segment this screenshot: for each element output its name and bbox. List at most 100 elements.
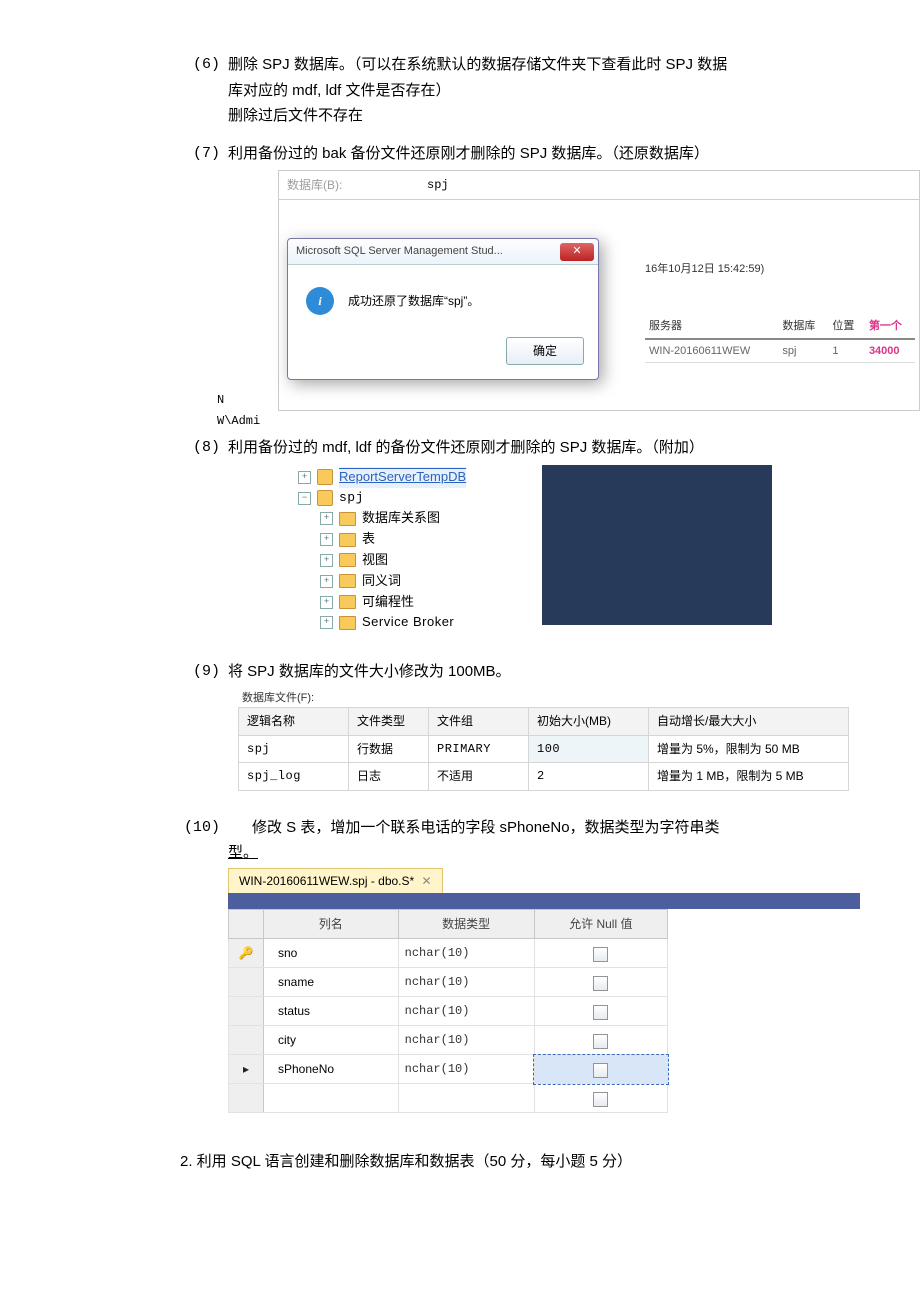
- expand-icon[interactable]: +: [320, 554, 333, 567]
- timestamp: 16年10月12日 15:42:59): [645, 260, 915, 279]
- close-icon[interactable]: ✕: [560, 243, 594, 261]
- th-colname: 列名: [264, 910, 399, 939]
- key-icon: 🔑: [239, 946, 254, 960]
- screenshot-columns: WIN-20160611WEW.spj - dbo.S* ✕ 列名 数据类型 允…: [228, 868, 860, 1114]
- td-pos: 1: [828, 339, 865, 363]
- tree-item[interactable]: 数据库关系图: [362, 508, 440, 529]
- q9-text: 将 SPJ 数据库的文件大小修改为 100MB。: [228, 659, 860, 685]
- column-row[interactable]: status nchar(10): [229, 997, 668, 1026]
- screenshot-tree: + ReportServerTempDB − spj + 数据库关系图 + 表 + 视…: [278, 465, 860, 635]
- q6-line1: 删除 SPJ 数据库。（可以在系统默认的数据存储文件夹下查看此时 SPJ 数据: [228, 52, 860, 78]
- expand-icon[interactable]: +: [320, 616, 333, 629]
- th-lead: [229, 910, 264, 939]
- cell-name[interactable]: sno: [264, 939, 399, 968]
- tree-item[interactable]: 表: [362, 529, 375, 550]
- collapse-icon[interactable]: −: [298, 492, 311, 505]
- q8-num: (8): [180, 435, 228, 647]
- allownull-checkbox[interactable]: [593, 947, 608, 962]
- behind-info: 16年10月12日 15:42:59) 服务器 数据库 位置 第一个 WIN-2…: [645, 260, 915, 363]
- cell-name[interactable]: [264, 1084, 399, 1113]
- allownull-checkbox[interactable]: [593, 976, 608, 991]
- cell-type[interactable]: nchar(10): [398, 1026, 534, 1055]
- db-icon: [317, 469, 333, 485]
- cell-name[interactable]: status: [264, 997, 399, 1026]
- q7-text: 利用备份过的 bak 备份文件还原刚才删除的 SPJ 数据库。（还原数据库）: [228, 141, 920, 167]
- td-first: 34000: [865, 339, 915, 363]
- cell: 增量为 5%，限制为 50 MB: [649, 735, 849, 762]
- folder-icon: [339, 574, 356, 588]
- allownull-checkbox[interactable]: [593, 1034, 608, 1049]
- cell-type[interactable]: nchar(10): [398, 1055, 534, 1084]
- q6-line3: 删除过后文件不存在: [228, 103, 860, 129]
- cell: 行数据: [349, 735, 429, 762]
- th-server: 服务器: [645, 315, 778, 339]
- scrap-2: W\Admi: [217, 411, 260, 431]
- cell-type[interactable]: nchar(10): [398, 939, 534, 968]
- q7-num: (7): [180, 141, 228, 424]
- q6-num: (6): [180, 52, 228, 129]
- tree-reportserver[interactable]: ReportServerTempDB: [339, 467, 466, 488]
- clip-left: N W\Admi: [217, 390, 260, 431]
- folder-icon: [339, 616, 356, 630]
- th-logicname: 逻辑名称: [239, 708, 349, 735]
- expand-icon[interactable]: +: [320, 512, 333, 525]
- column-row[interactable]: ▸ sPhoneNo nchar(10): [229, 1055, 668, 1084]
- column-row[interactable]: city nchar(10): [229, 1026, 668, 1055]
- expand-icon[interactable]: +: [320, 596, 333, 609]
- tree-spj[interactable]: spj: [339, 488, 364, 509]
- dialog-message: 成功还原了数据库“spj”。: [348, 291, 479, 311]
- th-filegroup: 文件组: [429, 708, 529, 735]
- th-filetype: 文件类型: [349, 708, 429, 735]
- ok-button[interactable]: 确定: [506, 337, 584, 365]
- td-server: WIN-20160611WEW: [645, 339, 778, 363]
- th-db: 数据库: [778, 315, 828, 339]
- cell: spj_log: [239, 763, 349, 790]
- designer-tab[interactable]: WIN-20160611WEW.spj - dbo.S* ✕: [228, 868, 443, 893]
- tree-item[interactable]: 可编程性: [362, 592, 414, 613]
- cell-name[interactable]: sname: [264, 968, 399, 997]
- message-dialog: Microsoft SQL Server Management Stud... …: [287, 238, 599, 380]
- info-icon: i: [306, 287, 334, 315]
- folder-icon: [339, 553, 356, 567]
- scrap-1: N: [217, 390, 260, 410]
- th-autogrow: 自动增长/最大大小: [649, 708, 849, 735]
- allownull-checkbox[interactable]: [593, 1063, 608, 1078]
- q6-line2: 库对应的 mdf, ldf 文件是否存在）: [228, 78, 860, 104]
- screenshot-restore: 数据库(B): spj N W\Admi 16年10月12日 15:42:59): [278, 170, 920, 411]
- th-pos: 位置: [828, 315, 865, 339]
- dark-panel: [542, 465, 772, 625]
- cell-type[interactable]: [398, 1084, 534, 1113]
- expand-icon[interactable]: +: [298, 471, 311, 484]
- close-icon[interactable]: ✕: [422, 874, 432, 888]
- th-allownull: 允许 Null 值: [534, 910, 667, 939]
- cell[interactable]: 2: [529, 763, 649, 790]
- allownull-checkbox[interactable]: [593, 1092, 608, 1107]
- column-row[interactable]: sname nchar(10): [229, 968, 668, 997]
- folder-icon: [339, 533, 356, 547]
- expand-icon[interactable]: +: [320, 533, 333, 546]
- files-caption: 数据库文件(F):: [238, 689, 860, 708]
- cell: spj: [239, 735, 349, 762]
- cell-initsize[interactable]: 100: [529, 735, 649, 762]
- column-row[interactable]: 🔑 sno nchar(10): [229, 939, 668, 968]
- tree-item[interactable]: 视图: [362, 550, 388, 571]
- column-row[interactable]: [229, 1084, 668, 1113]
- screenshot-filesize: 数据库文件(F): 逻辑名称 文件类型 文件组 初始大小(MB) 自动增长/最大…: [238, 689, 860, 791]
- expand-icon[interactable]: +: [320, 575, 333, 588]
- dialog-title: Microsoft SQL Server Management Stud...: [296, 242, 503, 261]
- tab-strip: [228, 893, 860, 909]
- cell-type[interactable]: nchar(10): [398, 968, 534, 997]
- cell-type[interactable]: nchar(10): [398, 997, 534, 1026]
- cell: 增量为 1 MB，限制为 5 MB: [649, 763, 849, 790]
- folder-icon: [339, 595, 356, 609]
- cell-name[interactable]: city: [264, 1026, 399, 1055]
- db-value[interactable]: spj: [427, 175, 449, 195]
- td-db: spj: [778, 339, 828, 363]
- tree-item[interactable]: Service Broker: [362, 612, 454, 633]
- cell-name[interactable]: sPhoneNo: [264, 1055, 399, 1084]
- th-first: 第一个: [865, 315, 915, 339]
- allownull-checkbox[interactable]: [593, 1005, 608, 1020]
- tree-item[interactable]: 同义词: [362, 571, 401, 592]
- db-icon: [317, 490, 333, 506]
- q10-num: (10): [180, 815, 228, 841]
